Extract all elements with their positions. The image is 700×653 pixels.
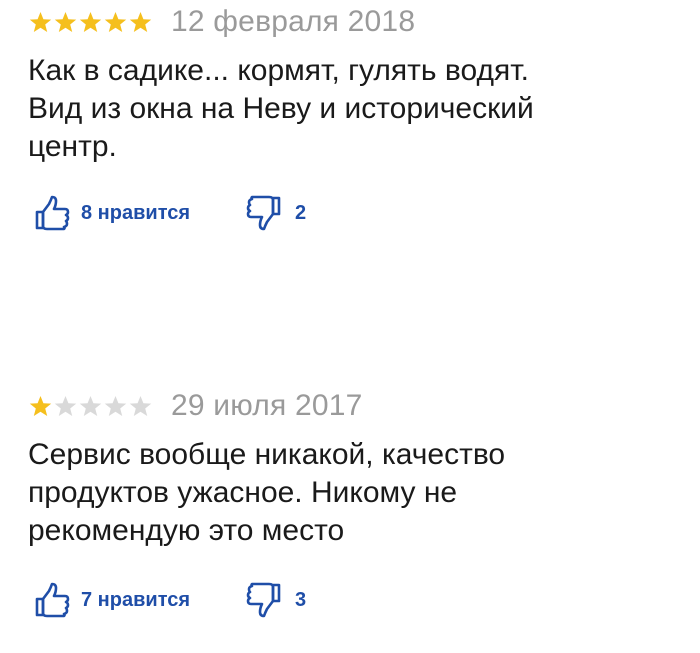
review-actions: 7 нравится 3 [33, 582, 306, 618]
dislike-button[interactable]: 3 [245, 582, 306, 618]
star-icon [129, 396, 152, 416]
dislike-count: 2 [295, 201, 307, 224]
thumbs-down-icon [246, 582, 281, 618]
thumbs-down-icon [246, 195, 281, 231]
review-date: 29 июля 2017 [171, 389, 363, 422]
like-count: 7 нравится [81, 588, 191, 611]
star-icon [54, 396, 77, 416]
star-icon [29, 396, 52, 416]
like-button[interactable]: 8 нравится [33, 195, 245, 231]
dislike-button[interactable]: 2 [245, 195, 306, 231]
review-text-line: Вид из окна на Неву и исторический [28, 92, 534, 125]
star-icon [79, 396, 102, 416]
review-actions: 8 нравится 2 [33, 195, 306, 231]
rating-stars [28, 11, 153, 33]
review-meta: 12 февраля 2018 [28, 4, 415, 40]
like-count: 8 нравится [81, 201, 191, 224]
star-icon [104, 396, 127, 416]
review-text-line: центр. [28, 130, 117, 163]
star-icon [129, 12, 152, 32]
thumbs-up-icon [35, 195, 70, 231]
thumbs-up-icon [35, 582, 70, 618]
star-icon [104, 12, 127, 32]
review-text-line: Как в садике... кормят, гулять водят. [28, 54, 529, 87]
star-icon [29, 12, 52, 32]
star-icon [79, 12, 102, 32]
review-text: Как в садике... кормят, гулять водят. Ви… [28, 52, 668, 166]
rating-stars [28, 395, 153, 417]
review-text: Сервис вообще никакой, качество продукто… [28, 436, 668, 550]
like-button[interactable]: 7 нравится [33, 582, 245, 618]
dislike-count: 3 [295, 588, 307, 611]
review-meta: 29 июля 2017 [28, 388, 363, 424]
review-text-line: продуктов ужасное. Никому не [28, 476, 458, 509]
star-icon [54, 12, 77, 32]
review-date: 12 февраля 2018 [171, 5, 416, 38]
review-text-line: Сервис вообще никакой, качество [28, 438, 506, 471]
review-text-line: рекомендую это место [28, 514, 345, 547]
